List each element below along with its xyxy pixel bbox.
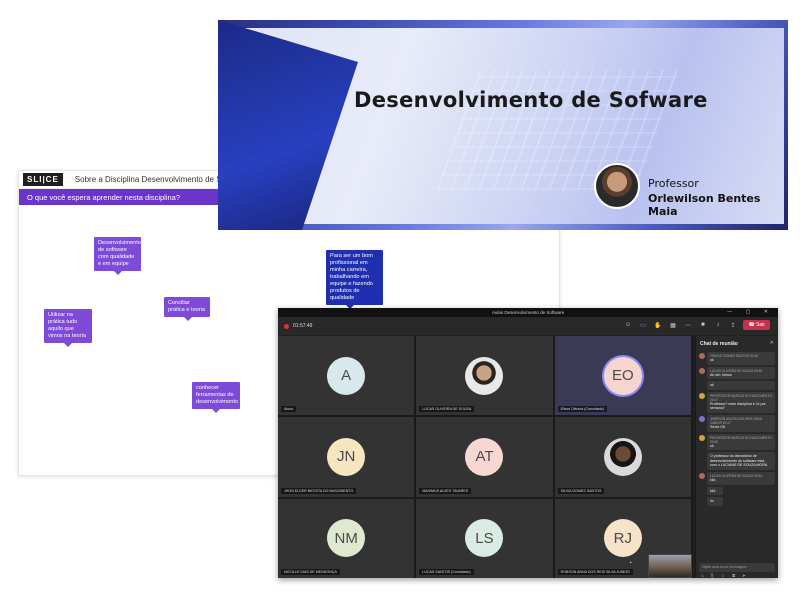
avatar: JN [327,437,366,476]
participant-tile[interactable]: AT MAXIMUS ALVES TAVARES [416,417,553,497]
slido-logo: SLI|CE [23,173,63,186]
meeting-controls: ☺ ▭ ✋ ▦ ⋯ ■ ♪ ⇪ ☎ Sair [623,320,770,330]
word-note-text: Conciliar prática e teoria [168,300,206,313]
participant-name: SILVIA GOMES SANTOS [557,487,605,494]
word-note-text: conhecer ferramentas de desenvolvimento [196,385,238,405]
professor-photo [594,163,640,209]
leave-button[interactable]: ☎ Sair [743,320,770,330]
chat-text: ok [710,358,714,362]
meeting-toolbar: 01:57:49 ☺ ▭ ✋ ▦ ⋯ ■ ♪ ⇪ ☎ Sair [278,317,778,335]
mic-icon[interactable]: ♪ [713,322,722,328]
chat-message: kkk [699,486,775,496]
chat-message: im [699,497,775,506]
chat-message: LUCAS OLIVEIRA DE SOUZA 20:54 kkk [699,471,775,485]
chat-text: O professor do laboratório de desenvolvi… [710,454,768,468]
chat-message: ok [699,381,775,390]
self-video-preview[interactable] [648,554,692,578]
word-note-text: Utilizar na prática tudo aquilo que vimo… [48,312,86,339]
chat-meta: PROFESSOR MATEUS DO NASCIMENTO 20:49 [710,435,772,444]
word-note: Para ser um bom profissional em minha ca… [326,250,383,309]
share-icon[interactable]: ⇪ [728,322,737,329]
avatar [699,472,705,479]
chat-text: Sexta OK [710,424,726,429]
avatar [699,434,705,441]
word-note: Conciliar prática e teoria [164,297,210,321]
avatar [465,356,504,395]
teams-window: Aulas Desenvolvimento de Software — ▢ ✕ … [278,308,778,578]
chat-message: PROFESSOR MATEUS DO NASCIMENTO 20:49 ok [699,433,775,451]
participant-name: NICOLLE DIAS DE MENDONÇA [281,569,340,575]
avatar: RJ [603,519,642,558]
avatar: LS [465,519,504,558]
chat-message: O professor do laboratório de desenvolvi… [699,452,775,470]
camera-icon[interactable]: ■ [698,322,707,328]
avatar: AT [465,437,504,476]
participant-name: MAXIMUS ALVES TAVARES [419,487,472,494]
chat-text: im [710,499,714,504]
avatar: NM [327,519,366,558]
chat-text: kkk [710,488,716,493]
participant-name: LUCAS SANTOS (Convidado) [419,569,474,575]
window-controls[interactable]: — ▢ ✕ [727,308,774,317]
participant-name: LUCAS OLIVEIRA DE SOUSA [419,406,475,413]
chat-title: Chat de reunião [700,341,738,347]
participant-tile[interactable]: A Aluno [278,336,415,416]
avatar [699,415,705,422]
word-note-text: Desenvolvimento de software com qualidad… [98,240,141,267]
people-icon[interactable]: ☺ [623,322,632,328]
avatar [699,392,705,399]
chat-text: ok [710,383,714,388]
meeting-timer: 01:57:49 [293,323,313,329]
close-icon[interactable]: ✕ [770,340,774,346]
window-titlebar: Aulas Desenvolvimento de Software — ▢ ✕ [278,308,778,317]
window-title: Aulas Desenvolvimento de Software [491,310,565,315]
avatar: EO [603,356,642,395]
participant-tile[interactable]: NM NICOLLE DIAS DE MENDONÇA [278,498,415,578]
chat-text: kkk [710,477,716,482]
chat-meta: JHERSON ANJOS DOS REIS SILVA JUNIOR 20:4… [710,416,762,425]
participant-tile[interactable]: LS LUCAS SANTOS (Convidado) [416,498,553,578]
chat-text: Professor? esse disciplina é 2x por sema… [710,401,766,411]
participant-tile[interactable]: LUCAS OLIVEIRA DE SOUSA [416,336,553,416]
avatar: A [327,356,366,395]
participant-name: ROBSON ANNA DOS REIS SILVA JUNIOR [557,569,633,575]
recording-icon [284,323,289,329]
chat-text: ok [710,443,714,448]
participant-name: Aluno [281,406,297,413]
professor-name: Orlewilson Bentes Maia [648,192,761,218]
reactions-icon[interactable]: ✋ [653,322,662,329]
chat-message: THIAGO GOMES SANTOS 20:45 ok [699,352,775,365]
chat-message: LUCAS OLIVEIRA DE SOUZA 20:45 Ah dm, kimu… [699,366,775,380]
participant-tile[interactable]: EO Eltron Oliveira (Convidado) [554,336,691,416]
meeting-chat-panel: Chat de reunião ✕ THIAGO GOMES SANTOS 20… [695,336,778,578]
word-note: conhecer ferramentas de desenvolvimento [192,382,240,413]
avatar [699,353,705,359]
chat-message: PROFESSOR MATEUS DO NASCIMENTO 20:47 Prof… [699,391,775,413]
leave-label: Sair [756,322,765,328]
participant-grid: A Aluno LUCAS OLIVEIRA DE SOUSA EO Eltro… [278,336,693,578]
participant-name: JHON ELDER BATISTA DO NASCIMENTO [281,487,357,494]
more-icon[interactable]: ⋯ [683,322,692,329]
course-banner: Desenvolvimento de Sofware Professor Orl… [218,20,788,230]
chat-input-tools[interactable]: A ⎘ ☺ ▦ ➤ [701,573,749,578]
word-note: Desenvolvimento de software com qualidad… [94,237,141,275]
chat-text: Ah dm, kimus [710,372,732,377]
chat-header: Chat de reunião ✕ [696,336,778,350]
rooms-icon[interactable]: ▦ [668,322,677,329]
chat-icon[interactable]: ▭ [638,322,647,329]
avatar [699,367,705,374]
word-note: Utilizar na prática tudo aquilo que vimo… [44,309,92,347]
word-note-text: Para ser um bom profissional em minha ca… [330,253,373,301]
participant-tile[interactable]: SILVIA GOMES SANTOS [554,417,691,497]
avatar [603,437,642,476]
professor-label: Professor [648,177,699,190]
chat-input[interactable]: Digite uma nova mensagem [699,563,775,572]
chat-meta: PROFESSOR MATEUS DO NASCIMENTO 20:47 [710,393,772,402]
course-title: Desenvolvimento de Sofware [354,88,708,112]
participant-tile[interactable]: JN JHON ELDER BATISTA DO NASCIMENTO [278,417,415,497]
chat-message: JHERSON ANJOS DOS REIS SILVA JUNIOR 20:4… [699,414,775,432]
participant-name: Eltron Oliveira (Convidado) [557,406,607,413]
pin-icon[interactable]: ◔ [628,560,632,567]
